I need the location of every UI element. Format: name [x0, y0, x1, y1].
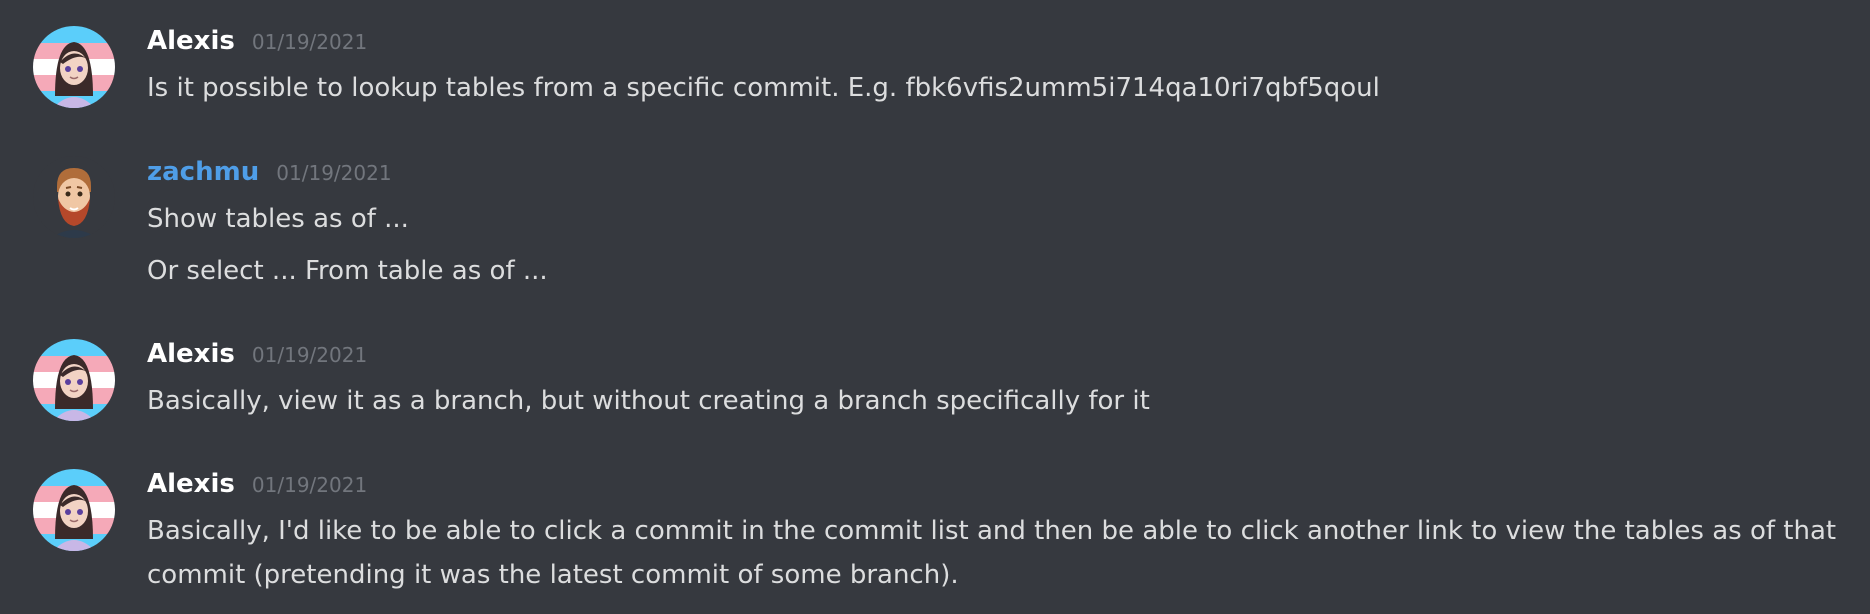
author-name[interactable]: Alexis [147, 469, 235, 499]
author-name[interactable]: Alexis [147, 339, 235, 369]
message-header: zachmu 01/19/2021 [147, 157, 392, 197]
message-content: Or select ... From table as of ... [147, 256, 548, 286]
avatar[interactable] [33, 339, 115, 421]
message-timestamp: 01/19/2021 [251, 473, 368, 497]
message-content: Show tables as of ... [147, 204, 409, 234]
message-content: Is it possible to lookup tables from a s… [147, 73, 1380, 103]
chat-messages: Alexis 01/19/2021 Is it possible to look… [0, 0, 1870, 614]
avatar[interactable] [33, 156, 115, 238]
zachmu-avatar-icon [33, 156, 115, 238]
alexis-avatar-icon [33, 26, 115, 108]
message-timestamp: 01/19/2021 [251, 30, 368, 54]
avatar[interactable] [33, 26, 115, 108]
alexis-avatar-icon [33, 469, 115, 551]
message-header: Alexis 01/19/2021 [147, 469, 367, 509]
message-timestamp: 01/19/2021 [251, 343, 368, 367]
author-name[interactable]: zachmu [147, 157, 259, 187]
message-content: Basically, view it as a branch, but with… [147, 386, 1150, 416]
message-content: Basically, I'd like to be able to click … [147, 516, 1837, 590]
message-header: Alexis 01/19/2021 [147, 339, 367, 379]
avatar[interactable] [33, 469, 115, 551]
message-header: Alexis 01/19/2021 [147, 26, 367, 66]
alexis-avatar-icon [33, 339, 115, 421]
message-timestamp: 01/19/2021 [276, 161, 392, 185]
author-name[interactable]: Alexis [147, 26, 235, 56]
